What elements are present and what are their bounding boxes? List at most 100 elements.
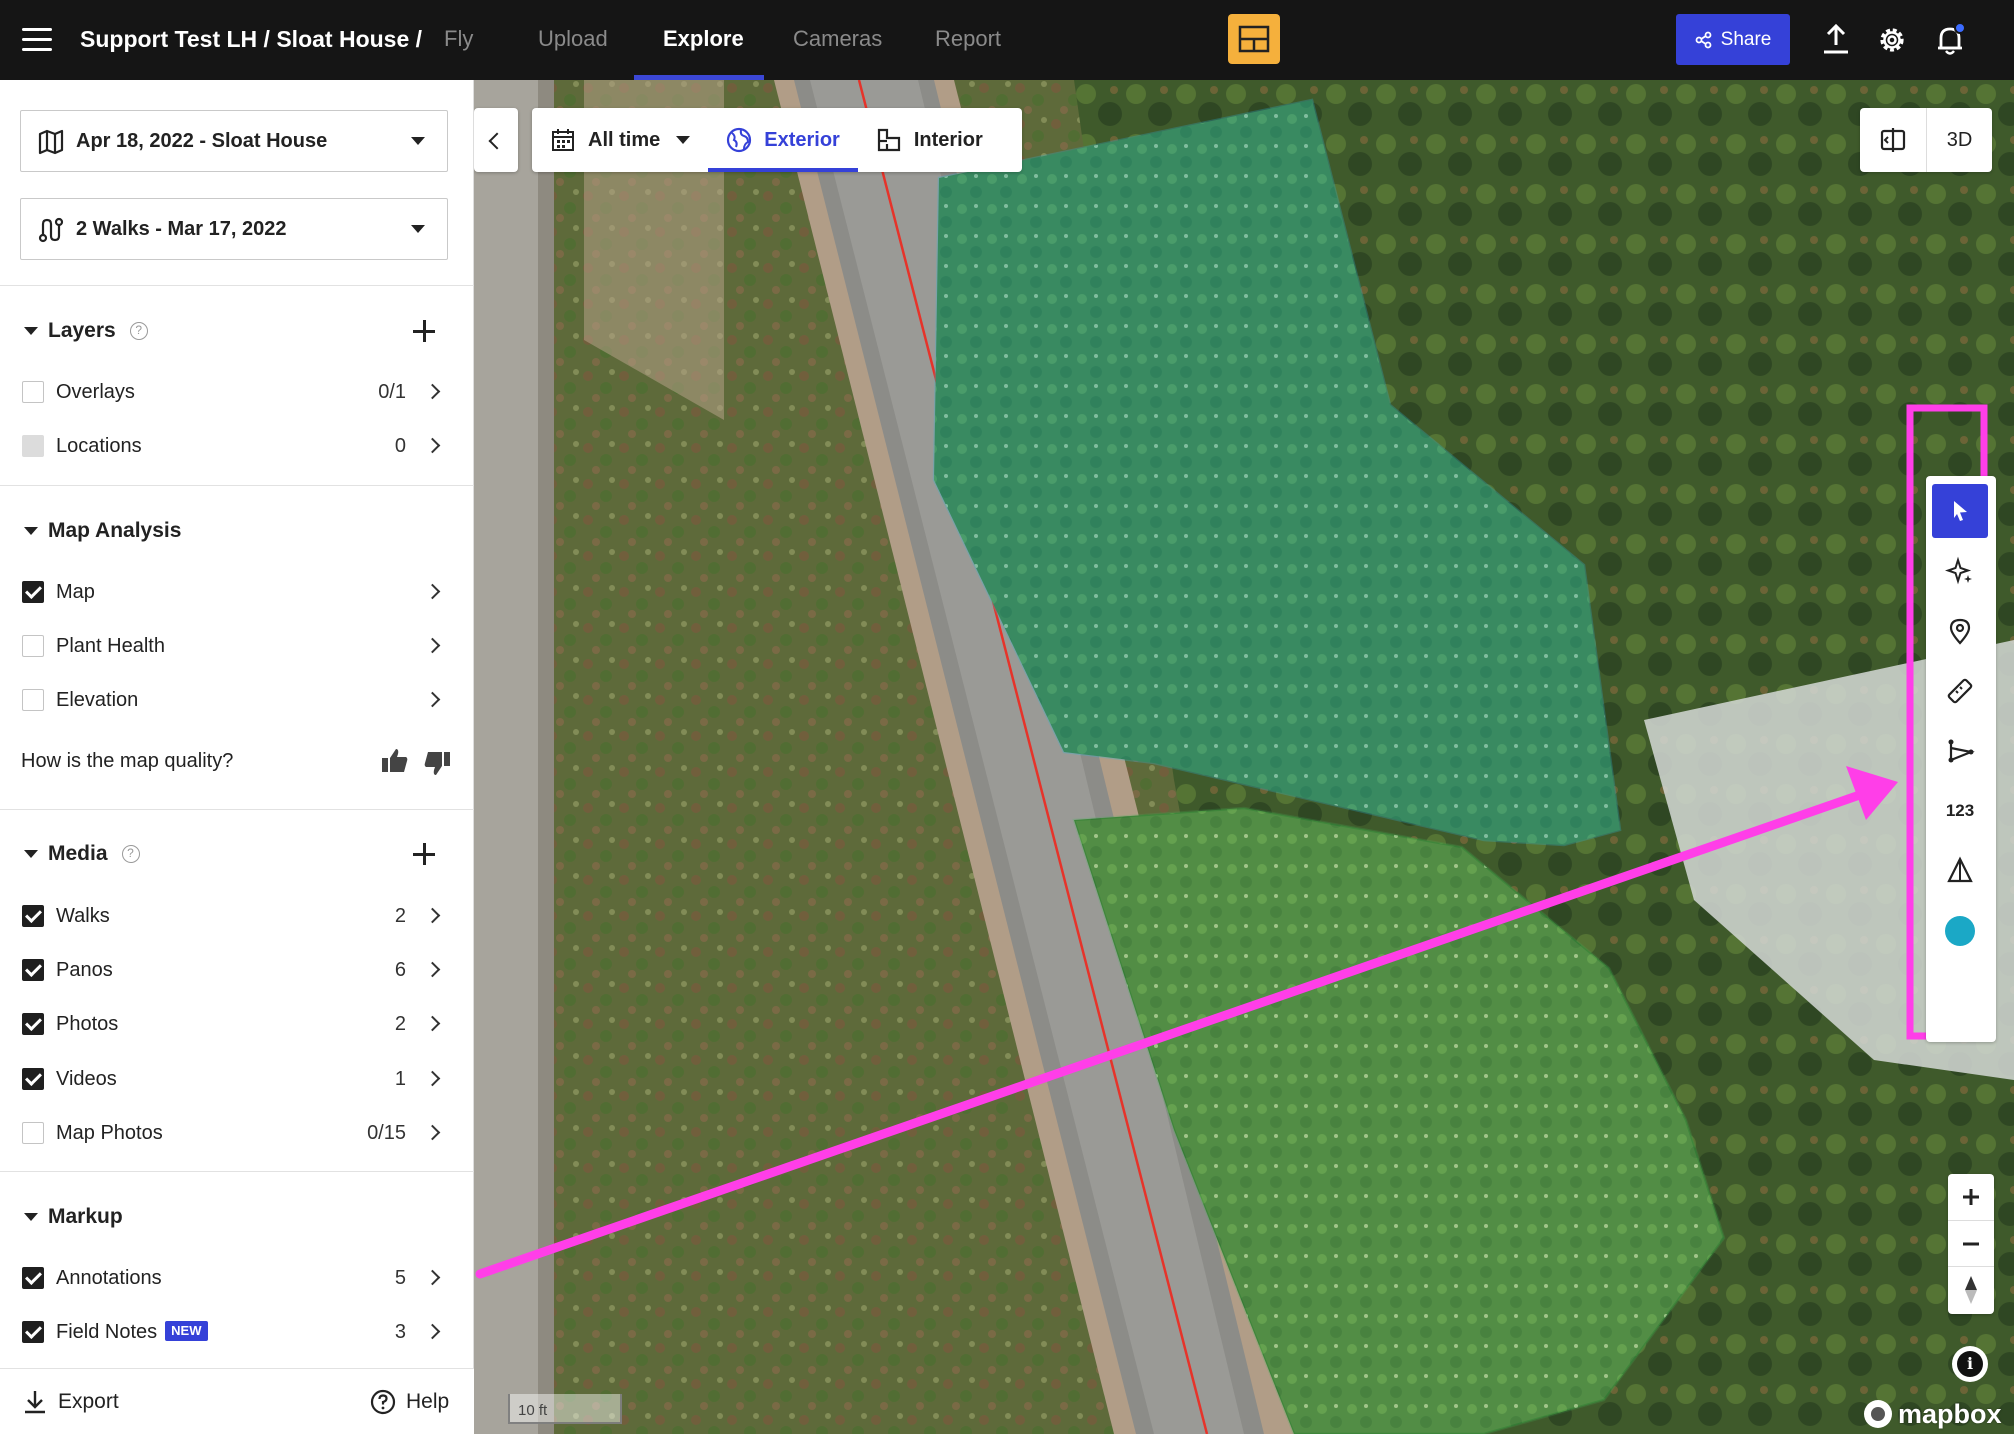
row-count: 0/15: [367, 1122, 406, 1144]
minus-icon: [1963, 1242, 1979, 1245]
time-filter-dropdown[interactable]: All time: [532, 108, 708, 172]
help-button[interactable]: Help: [370, 1369, 449, 1434]
section-markup-toggle[interactable]: Markup: [24, 1202, 123, 1232]
tab-cameras[interactable]: Cameras: [793, 0, 882, 80]
checkbox[interactable]: [22, 959, 44, 981]
thumbs-down-icon[interactable]: [422, 748, 452, 778]
zoom-out-button[interactable]: [1948, 1220, 1994, 1266]
collapse-sidebar-button[interactable]: [474, 108, 518, 172]
row-count: 3: [394, 1321, 406, 1343]
elevation-tool-button[interactable]: [1932, 844, 1988, 898]
chevron-right-icon[interactable]: [424, 907, 441, 924]
markup-row-field-notes[interactable]: Field Notes NEW 3: [0, 1312, 474, 1352]
share-icon: [1695, 31, 1712, 48]
chevron-right-icon[interactable]: [424, 583, 441, 600]
section-title-media: Media: [48, 842, 108, 865]
chevron-down-icon: [676, 136, 691, 144]
layer-row-overlays[interactable]: Overlays 0/1: [0, 372, 474, 412]
checkbox[interactable]: [22, 1122, 44, 1144]
settings-button[interactable]: [1872, 20, 1912, 60]
checkbox[interactable]: [22, 1013, 44, 1035]
analysis-row-map[interactable]: Map: [0, 572, 474, 612]
polyline-tool-button[interactable]: [1932, 724, 1988, 778]
media-row-photos[interactable]: Photos 2: [0, 1004, 474, 1044]
media-row-panos[interactable]: Panos 6: [0, 950, 474, 990]
select-tool-button[interactable]: [1932, 484, 1988, 538]
markup-row-annotations[interactable]: Annotations 5: [0, 1258, 474, 1298]
analysis-row-elevation[interactable]: Elevation: [0, 680, 474, 720]
compass-button[interactable]: [1948, 1266, 1994, 1312]
chevron-right-icon[interactable]: [424, 1323, 441, 1340]
chevron-right-icon[interactable]: [424, 1070, 441, 1087]
media-row-videos[interactable]: Videos 1: [0, 1059, 474, 1099]
tab-explore[interactable]: Explore: [663, 0, 744, 80]
row-count: 1: [394, 1068, 406, 1090]
breadcrumb[interactable]: Support Test LH / Sloat House /: [80, 0, 422, 80]
help-icon[interactable]: ?: [129, 322, 148, 340]
measure-tool-button[interactable]: [1932, 664, 1988, 718]
chevron-right-icon[interactable]: [424, 691, 441, 708]
chevron-right-icon[interactable]: [424, 383, 441, 400]
compare-button[interactable]: [1860, 108, 1926, 172]
section-media-toggle[interactable]: Media ?: [24, 839, 140, 869]
chevron-right-icon[interactable]: [424, 637, 441, 654]
mapbox-attribution[interactable]: mapbox: [1864, 1398, 2002, 1430]
upload-button[interactable]: [1816, 20, 1856, 60]
export-label: Export: [58, 1390, 119, 1413]
color-picker-button[interactable]: [1932, 904, 1988, 958]
checkbox[interactable]: [22, 689, 44, 711]
divider: [0, 1171, 474, 1172]
map-icon: [38, 129, 64, 155]
walks-selector[interactable]: 2 Walks - Mar 17, 2022: [20, 198, 448, 260]
map-quality-question: How is the map quality?: [21, 750, 234, 772]
layer-row-locations[interactable]: Locations 0: [0, 426, 474, 466]
map-date-value: Apr 18, 2022 - Sloat House: [76, 130, 328, 152]
layout-toggle-button[interactable]: [1228, 14, 1280, 64]
3d-mode-button[interactable]: 3D: [1926, 108, 1992, 172]
checkbox[interactable]: [22, 635, 44, 657]
checkbox[interactable]: [22, 1321, 44, 1343]
checkbox[interactable]: [22, 1267, 44, 1289]
checkbox[interactable]: [22, 581, 44, 603]
new-badge: NEW: [165, 1321, 208, 1341]
section-layers-toggle[interactable]: Layers ?: [24, 316, 148, 346]
media-row-map-photos[interactable]: Map Photos 0/15: [0, 1113, 474, 1153]
chevron-right-icon[interactable]: [424, 437, 441, 454]
share-label: Share: [1720, 28, 1772, 50]
count-tool-button[interactable]: 123: [1932, 784, 1988, 838]
export-button[interactable]: Export: [22, 1369, 119, 1434]
media-row-walks[interactable]: Walks 2: [0, 896, 474, 936]
tab-exterior[interactable]: Exterior: [708, 108, 858, 172]
magic-draw-tool-button[interactable]: [1932, 544, 1988, 598]
add-media-button[interactable]: [411, 841, 437, 867]
help-icon[interactable]: ?: [121, 845, 140, 863]
row-label: Panos: [56, 959, 113, 981]
map-info-button[interactable]: i: [1952, 1346, 1988, 1382]
share-button[interactable]: Share: [1676, 14, 1790, 65]
add-layer-button[interactable]: [411, 318, 437, 344]
chevron-right-icon[interactable]: [424, 1124, 441, 1141]
analysis-row-plant-health[interactable]: Plant Health: [0, 626, 474, 666]
thumbs-up-icon[interactable]: [380, 746, 410, 776]
chevron-right-icon[interactable]: [424, 1269, 441, 1286]
tab-interior[interactable]: Interior: [858, 108, 1001, 172]
zoom-in-button[interactable]: [1948, 1174, 1994, 1220]
tab-report[interactable]: Report: [935, 0, 1001, 80]
checkbox[interactable]: [22, 435, 44, 457]
map-canvas[interactable]: All time Exterior Interior 3D 123 i 10 f…: [474, 80, 2014, 1434]
menu-icon[interactable]: [22, 28, 52, 52]
chevron-right-icon[interactable]: [424, 1015, 441, 1032]
map-date-selector[interactable]: Apr 18, 2022 - Sloat House: [20, 110, 448, 172]
field-notes-label: Field Notes: [56, 1321, 158, 1343]
notifications-button[interactable]: [1930, 20, 1970, 60]
section-map-analysis-toggle[interactable]: Map Analysis: [24, 516, 181, 546]
polyline-icon: [1948, 739, 1975, 763]
checkbox[interactable]: [22, 905, 44, 927]
tab-upload[interactable]: Upload: [538, 0, 608, 80]
chevron-right-icon[interactable]: [424, 961, 441, 978]
tab-fly[interactable]: Fly: [444, 0, 473, 80]
location-pin-tool-button[interactable]: [1932, 604, 1988, 658]
checkbox[interactable]: [22, 381, 44, 403]
checkbox[interactable]: [22, 1068, 44, 1090]
info-icon: i: [1957, 1351, 1983, 1377]
